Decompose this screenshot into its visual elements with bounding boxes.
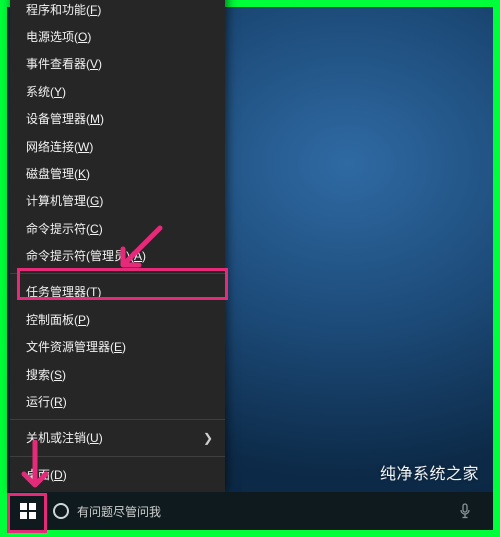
menu-item-label: 运行(R) [26, 393, 67, 410]
menu-item-label: 网络连接(W) [26, 138, 93, 155]
menu-control-panel[interactable]: 控制面板(P) [10, 306, 225, 333]
watermark-text: 纯净系统之家 [380, 460, 479, 484]
menu-item-label: 磁盘管理(K) [26, 165, 90, 182]
menu-item-label: 命令提示符(管理员)(A) [26, 247, 146, 264]
menu-command-prompt[interactable]: 命令提示符(C) [10, 214, 225, 241]
taskbar-search[interactable]: 有问题尽管问我 [47, 492, 217, 530]
menu-separator [10, 273, 225, 274]
microphone-icon[interactable] [455, 501, 475, 521]
menu-power-options[interactable]: 电源选项(O) [10, 23, 225, 50]
cortana-icon [53, 503, 69, 519]
menu-item-label: 文件资源管理器(E) [26, 338, 126, 355]
menu-run[interactable]: 运行(R) [10, 388, 225, 415]
menu-command-prompt-admin[interactable]: 命令提示符(管理员)(A) [10, 242, 225, 269]
menu-device-manager[interactable]: 设备管理器(M) [10, 105, 225, 132]
search-placeholder: 有问题尽管问我 [77, 503, 161, 520]
menu-item-label: 任务管理器(T) [26, 283, 101, 300]
menu-computer-management[interactable]: 计算机管理(G) [10, 187, 225, 214]
menu-system[interactable]: 系统(Y) [10, 78, 225, 105]
menu-item-label: 搜索(S) [26, 366, 66, 383]
menu-separator [10, 419, 225, 420]
taskbar: 有问题尽管问我 [7, 492, 493, 530]
menu-item-label: 命令提示符(C) [26, 220, 103, 237]
menu-task-manager[interactable]: 任务管理器(T) [10, 278, 225, 305]
menu-item-label: 事件查看器(V) [26, 55, 102, 72]
menu-search[interactable]: 搜索(S) [10, 360, 225, 387]
winx-power-menu: 程序和功能(F) 电源选项(O) 事件查看器(V) 系统(Y) 设备管理器(M)… [10, 0, 225, 492]
windows-logo-icon [20, 503, 36, 519]
menu-file-explorer[interactable]: 文件资源管理器(E) [10, 333, 225, 360]
menu-disk-management[interactable]: 磁盘管理(K) [10, 160, 225, 187]
menu-network-connections[interactable]: 网络连接(W) [10, 132, 225, 159]
menu-shutdown-signout[interactable]: 关机或注销(U) ❯ [10, 424, 225, 451]
menu-item-label: 电源选项(O) [26, 28, 91, 45]
start-button[interactable] [9, 492, 47, 530]
menu-event-viewer[interactable]: 事件查看器(V) [10, 50, 225, 77]
menu-item-label: 桌面(D) [26, 466, 67, 483]
menu-item-label: 计算机管理(G) [26, 192, 103, 209]
menu-item-label: 程序和功能(F) [26, 1, 101, 18]
menu-item-label: 系统(Y) [26, 83, 66, 100]
menu-item-label: 关机或注销(U) [26, 429, 103, 446]
menu-separator [10, 456, 225, 457]
menu-item-label: 设备管理器(M) [26, 110, 104, 127]
menu-item-label: 控制面板(P) [26, 311, 90, 328]
menu-desktop[interactable]: 桌面(D) [10, 461, 225, 488]
chevron-right-icon: ❯ [203, 431, 213, 445]
menu-programs-features[interactable]: 程序和功能(F) [10, 0, 225, 23]
